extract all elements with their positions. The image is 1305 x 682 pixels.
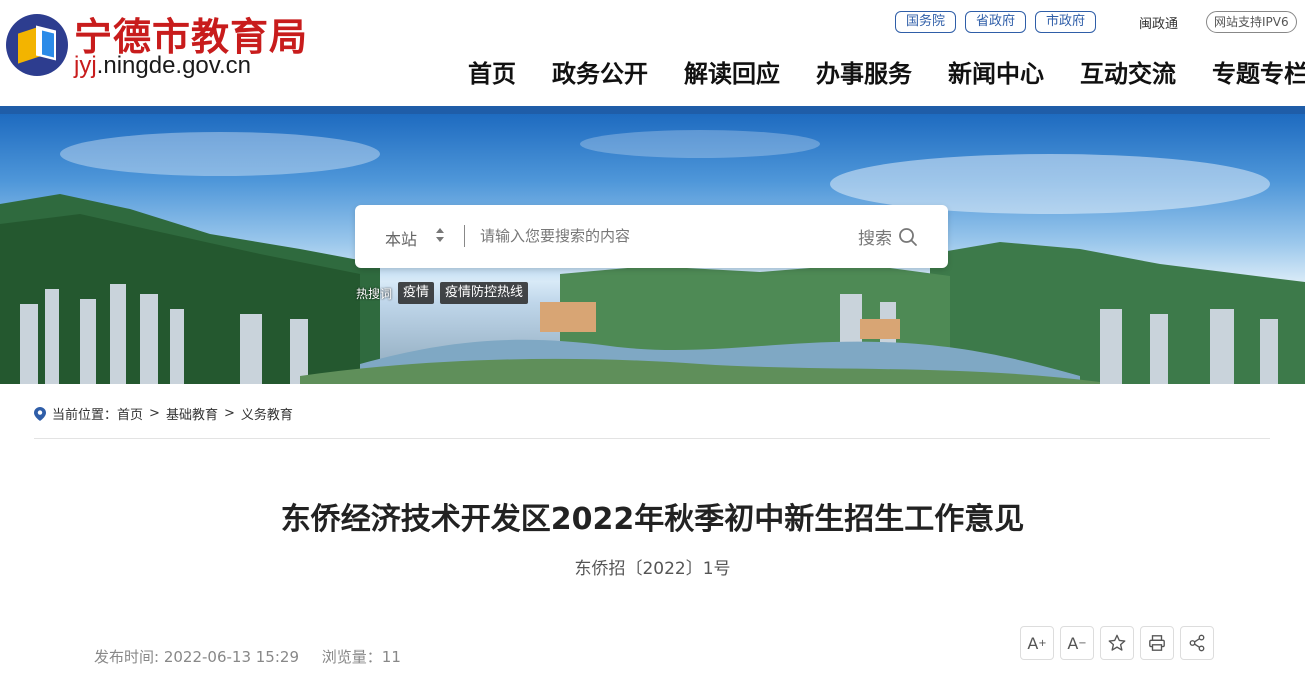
gov-link-province[interactable]: 省政府 <box>965 11 1027 33</box>
nav-interaction[interactable]: 互动交流 <box>1080 54 1176 89</box>
location-pin-icon <box>34 406 46 421</box>
header-accent-bar <box>0 106 1305 114</box>
site-domain: jyj.ningde.gov.cn <box>74 52 251 80</box>
article-title: 东侨经济技术开发区2022年秋季初中新生招生工作意见 <box>280 502 1025 537</box>
font-larger-icon: A <box>1027 633 1039 653</box>
publish-time: 发布时间: 2022-06-13 15:29 <box>94 648 299 666</box>
gov-link-city[interactable]: 市政府 <box>1035 11 1097 33</box>
breadcrumb-separator: > <box>223 406 235 421</box>
site-header: 宁德市教育局 jyj.ningde.gov.cn 国务院 省政府 市政府 闽政通… <box>0 0 1305 108</box>
nav-interpretation[interactable]: 解读回应 <box>684 54 780 89</box>
scope-toggle-icon[interactable] <box>435 225 445 245</box>
main-nav: 首页 政务公开 解读回应 办事服务 新闻中心 互动交流 专题专栏 <box>468 54 1305 89</box>
hot-search-words: 热搜词 疫情 疫情防控热线 <box>356 282 529 304</box>
logo-emblem-icon[interactable] <box>6 14 68 76</box>
share-icon <box>1189 634 1205 652</box>
ipv6-badge: 网站支持IPV6 <box>1206 11 1297 33</box>
breadcrumb-compulsory-education[interactable]: 义务教育 <box>241 404 293 423</box>
nav-home[interactable]: 首页 <box>468 54 516 89</box>
nav-services[interactable]: 办事服务 <box>816 54 912 89</box>
article-container: 当前位置： 首页 > 基础教育 > 义务教育 东侨经济技术开发区2022年秋季初… <box>0 384 1305 682</box>
breadcrumb-prefix: 当前位置： <box>52 408 118 423</box>
breadcrumb-separator: > <box>149 406 160 421</box>
breadcrumb-divider <box>34 438 1270 439</box>
nav-gov-affairs[interactable]: 政务公开 <box>552 54 648 89</box>
search-divider <box>464 225 465 247</box>
document-number: 东侨招〔2022〕1号 <box>574 559 731 579</box>
search-icon <box>899 227 917 246</box>
search-scope-select[interactable]: 本站 <box>385 226 417 250</box>
gov-links: 国务院 省政府 市政府 <box>895 11 1097 33</box>
breadcrumb-home[interactable]: 首页 <box>117 404 143 423</box>
favorite-button[interactable] <box>1100 626 1134 660</box>
search-button[interactable]: 搜索 <box>858 224 918 249</box>
hot-search-label: 热搜词 <box>356 286 393 301</box>
search-box: 本站 搜索 <box>355 205 948 268</box>
breadcrumb-basic-education[interactable]: 基础教育 <box>166 404 218 423</box>
view-count: 浏览量：11 <box>321 648 401 666</box>
nav-topics[interactable]: 专题专栏 <box>1212 54 1305 89</box>
nav-news[interactable]: 新闻中心 <box>948 54 1044 89</box>
star-icon <box>1108 634 1126 651</box>
printer-icon <box>1149 635 1165 651</box>
hot-word-epidemic[interactable]: 疫情 <box>398 282 435 304</box>
article-tools: A + A − <box>1020 626 1214 660</box>
font-smaller-icon: A <box>1067 633 1079 653</box>
hot-word-hotline[interactable]: 疫情防控热线 <box>440 282 529 304</box>
domain-prefix: jyj <box>74 52 97 79</box>
print-button[interactable] <box>1140 626 1174 660</box>
domain-suffix: .ningde.gov.cn <box>96 52 252 79</box>
font-larger-button[interactable]: A + <box>1020 626 1054 660</box>
minzhengtong-link[interactable]: 闽政通 <box>1139 13 1178 32</box>
font-smaller-button[interactable]: A − <box>1060 626 1094 660</box>
share-button[interactable] <box>1180 626 1214 660</box>
search-button-label: 搜索 <box>858 229 892 249</box>
gov-link-state-council[interactable]: 国务院 <box>895 11 957 33</box>
article-meta: 发布时间: 2022-06-13 15:29 浏览量：11 <box>94 646 419 667</box>
breadcrumb: 当前位置： 首页 > 基础教育 > 义务教育 <box>34 404 293 423</box>
search-input[interactable] <box>480 225 840 247</box>
